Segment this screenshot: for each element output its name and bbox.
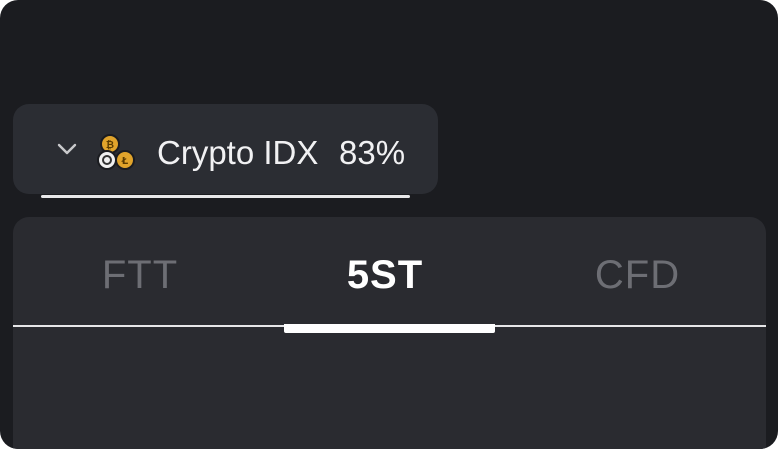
svg-text:₿: ₿ (106, 139, 114, 151)
tab-cfd[interactable]: CFD (565, 250, 710, 300)
asset-name: Crypto IDX (157, 134, 319, 171)
asset-payout-percent: 83% (339, 134, 406, 171)
svg-text:Ł: Ł (121, 156, 129, 167)
active-tab-indicator (284, 324, 495, 333)
crypto-coins-icon: ₿ Ł (97, 134, 135, 170)
tab-ftt[interactable]: FTT (70, 250, 210, 300)
trading-widget: ₿ Ł Crypto IDX 83% FTT 5ST CFD (0, 0, 778, 449)
tab-5st[interactable]: 5ST (310, 250, 460, 300)
chevron-down-icon (57, 143, 77, 155)
